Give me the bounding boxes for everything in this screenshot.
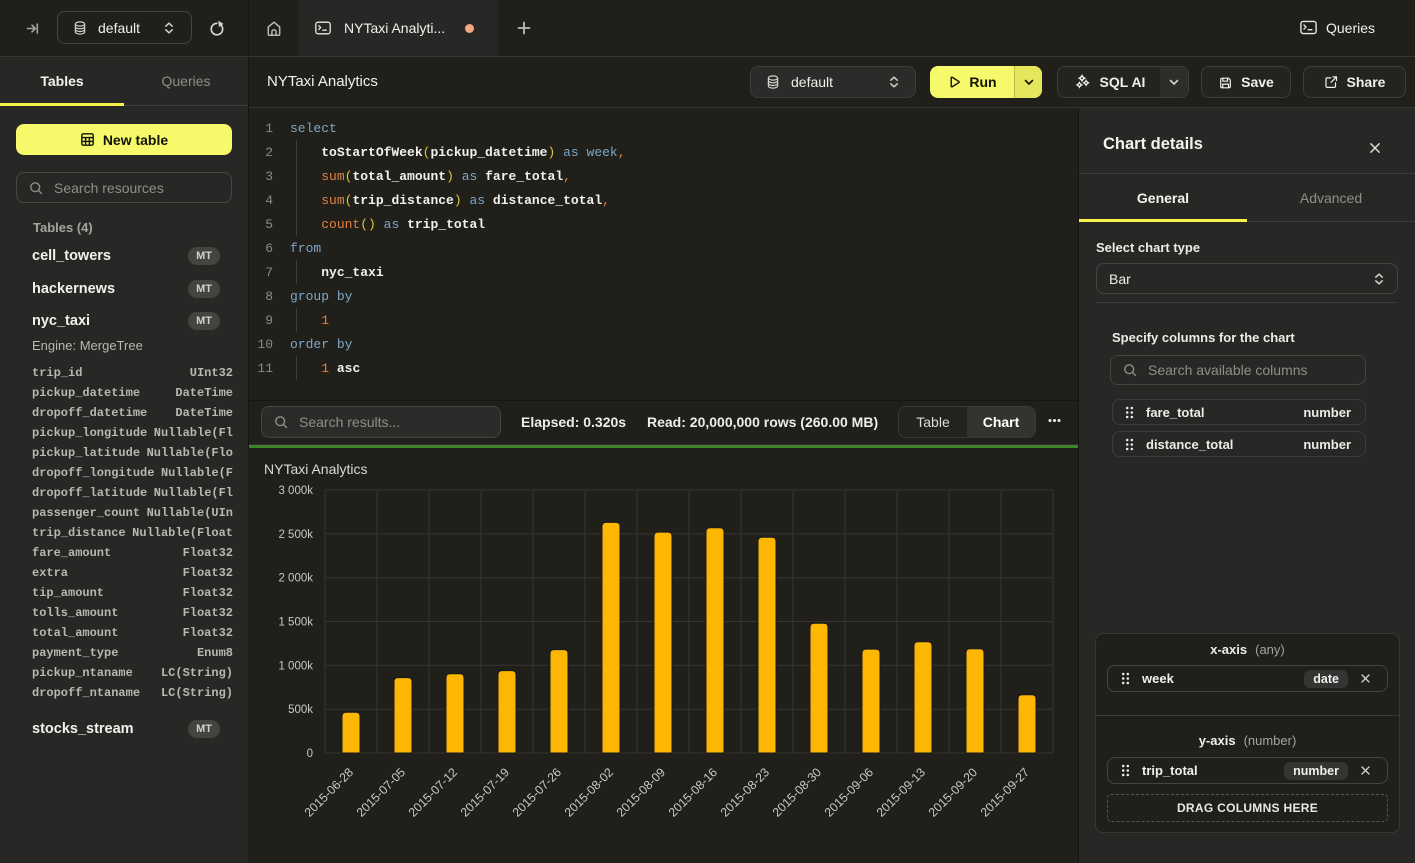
svg-text:2015-07-12: 2015-07-12 (406, 765, 460, 819)
svg-text:2015-09-27: 2015-09-27 (978, 765, 1032, 819)
svg-text:2015-07-26: 2015-07-26 (510, 765, 564, 819)
svg-text:2015-07-19: 2015-07-19 (458, 765, 512, 819)
svg-text:2015-08-02: 2015-08-02 (562, 765, 616, 819)
svg-text:2 000k: 2 000k (278, 573, 313, 585)
svg-text:2015-07-05: 2015-07-05 (354, 765, 408, 819)
svg-text:2015-08-16: 2015-08-16 (666, 765, 720, 819)
svg-text:1 500k: 1 500k (278, 617, 313, 629)
svg-text:2015-08-23: 2015-08-23 (718, 765, 772, 819)
svg-text:2015-08-09: 2015-08-09 (614, 765, 668, 819)
svg-text:0: 0 (307, 748, 313, 760)
svg-text:2015-09-20: 2015-09-20 (926, 765, 980, 819)
svg-text:1 000k: 1 000k (278, 660, 313, 672)
svg-text:2015-09-13: 2015-09-13 (874, 765, 928, 819)
svg-text:2015-09-06: 2015-09-06 (822, 765, 876, 819)
svg-text:2015-08-30: 2015-08-30 (770, 765, 824, 819)
svg-text:500k: 500k (288, 704, 313, 716)
svg-text:3 000k: 3 000k (278, 485, 313, 497)
svg-text:2015-06-28: 2015-06-28 (302, 765, 356, 819)
svg-text:2 500k: 2 500k (278, 529, 313, 541)
